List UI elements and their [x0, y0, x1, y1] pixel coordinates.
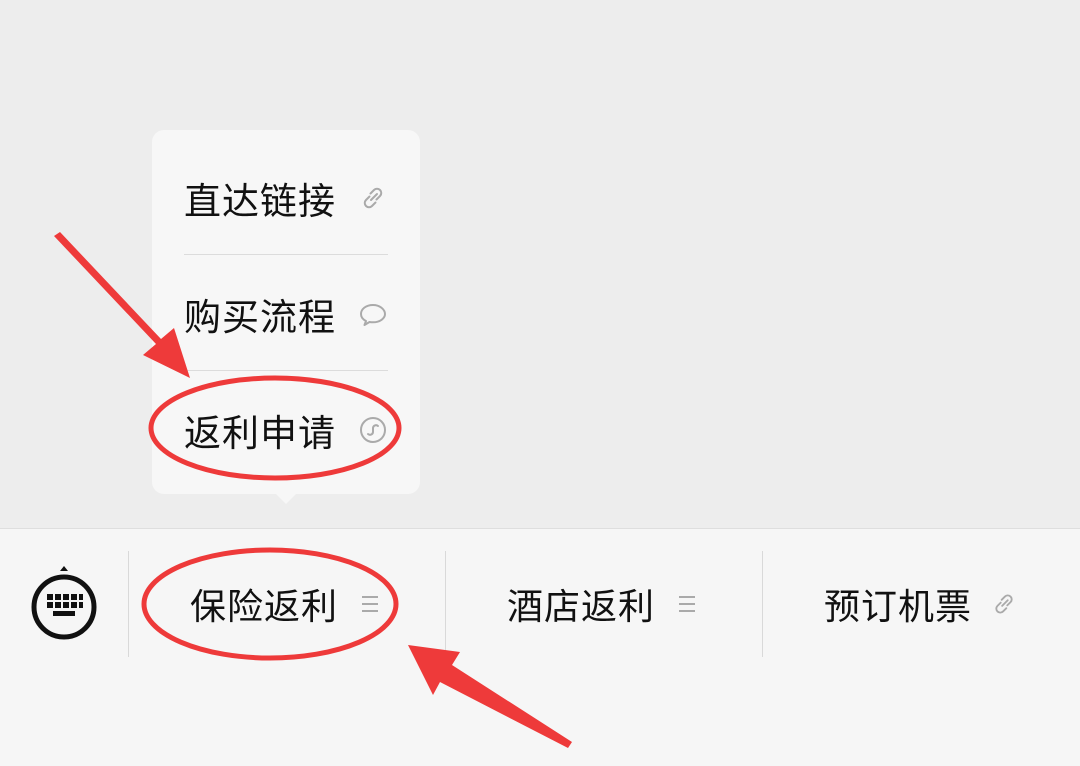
link-icon [995, 594, 1013, 614]
menu-lines-icon [679, 596, 695, 612]
custom-menu-bar: 保险返利 酒店返利 预订机票 [0, 528, 1080, 766]
submenu-item-label: 购买流程 [184, 296, 336, 339]
submenu-item-rebate-apply[interactable]: 返利申请 [184, 372, 388, 488]
keyboard-icon [31, 566, 97, 640]
submenu-divider [184, 254, 388, 255]
mini-program-icon [360, 417, 386, 443]
submenu-item-purchase-flow[interactable]: 购买流程 [184, 256, 388, 372]
keyboard-toggle-button[interactable] [28, 565, 100, 641]
chat-bubble-icon [360, 304, 386, 326]
menu-lines-icon [362, 596, 378, 612]
menu-item-label: 酒店返利 [506, 587, 655, 628]
menu-item-label: 保险返利 [189, 587, 338, 628]
menu-item-book-flight[interactable]: 预订机票 [763, 551, 1079, 657]
menu-item-label: 预订机票 [823, 587, 972, 628]
menu-item-insurance-rebate[interactable]: 保险返利 [129, 551, 445, 657]
submenu-item-label: 直达链接 [184, 180, 336, 223]
submenu-item-label: 返利申请 [184, 412, 336, 455]
menu-item-hotel-rebate[interactable]: 酒店返利 [446, 551, 762, 657]
link-icon [363, 187, 383, 209]
submenu-item-direct-link[interactable]: 直达链接 [184, 140, 388, 256]
submenu-divider [184, 370, 388, 371]
submenu-caret [272, 490, 300, 504]
submenu-popup: 直达链接 购买流程 返利申请 [152, 130, 420, 494]
